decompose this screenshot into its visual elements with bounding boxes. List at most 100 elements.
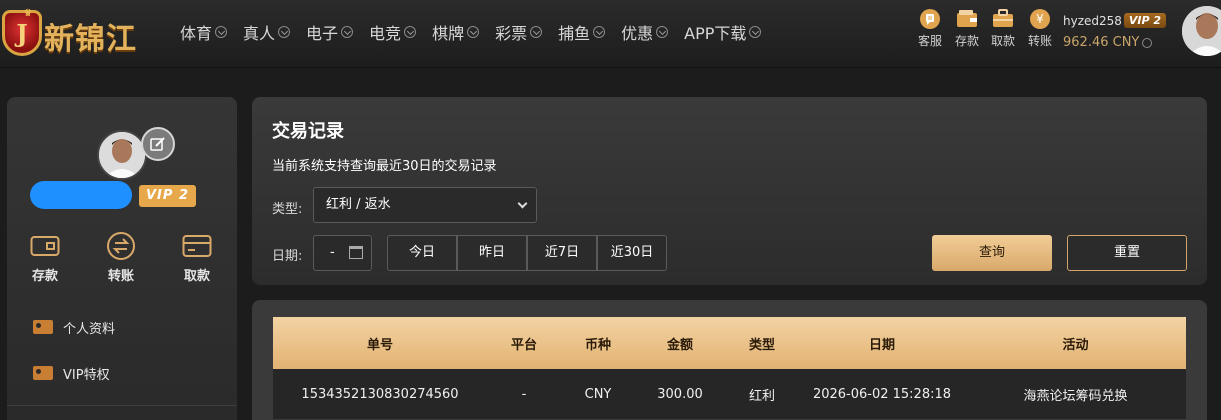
sidebar-item-vip[interactable]: VIP特权 xyxy=(33,362,110,384)
type-cell: 红利 xyxy=(725,369,799,419)
edit-icon xyxy=(150,137,165,151)
nav-label: 体育 xyxy=(180,24,213,43)
user-info[interactable]: hyzed258 VIP 2 962.46 CNY xyxy=(1063,10,1167,50)
crown-icon: ♛ xyxy=(23,8,33,19)
top-header: ♛ J 新锦江 体育 真人 电子 电竞 棋牌 彩票 捕鱼 优惠 APP下载 客服… xyxy=(0,0,1221,68)
type-label: 类型: xyxy=(272,202,303,217)
chevron-down-icon xyxy=(341,26,354,38)
column-header: 类型 xyxy=(725,317,799,369)
chevron-down-icon xyxy=(1142,37,1153,48)
reset-button[interactable]: 重置 xyxy=(1067,235,1187,271)
nav-item-app-download[interactable]: APP下载 xyxy=(684,20,762,44)
withdraw-button[interactable]: 取款 xyxy=(159,231,235,284)
main-nav: 体育 真人 电子 电竞 棋牌 彩票 捕鱼 优惠 APP下载 xyxy=(180,20,777,44)
tool-label: 取款 xyxy=(990,34,1015,48)
nav-label: 优惠 xyxy=(621,24,654,43)
action-label: 取款 xyxy=(183,269,210,284)
wallet-icon xyxy=(955,8,979,30)
amount-cell: 300.00 xyxy=(635,369,725,419)
sidebar-item-profile[interactable]: 个人资料 xyxy=(33,316,115,338)
logo-badge: ♛ J xyxy=(2,8,42,56)
header-transfer-button[interactable]: ¥ 转账 xyxy=(1020,8,1060,49)
sidebar-item-label: 个人资料 xyxy=(63,321,116,337)
range-7days-button[interactable]: 近7日 xyxy=(527,235,597,271)
currency-cell: CNY xyxy=(561,369,635,419)
page-description: 当前系统支持查询最近30日的交易记录 xyxy=(272,159,497,174)
profile-icon xyxy=(33,320,53,334)
deposit-button[interactable]: 存款 xyxy=(7,231,83,284)
masked-username xyxy=(30,181,132,209)
date-cell: 2026-06-02 15:28:18 xyxy=(799,369,965,419)
nav-item-promotions[interactable]: 优惠 xyxy=(621,20,669,44)
avatar[interactable] xyxy=(97,130,147,180)
nav-label: 棋牌 xyxy=(432,24,465,43)
nav-item-sports[interactable]: 体育 xyxy=(180,20,228,44)
column-header: 活动 xyxy=(965,317,1186,369)
nav-item-esports[interactable]: 电竞 xyxy=(369,20,417,44)
sidebar-divider xyxy=(7,405,237,406)
nav-item-slots[interactable]: 电子 xyxy=(306,20,354,44)
table-row: 1534352130830274560 - CNY 300.00 红利 2026… xyxy=(273,369,1186,419)
nav-label: APP下载 xyxy=(684,24,747,43)
date-picker[interactable]: - xyxy=(313,235,372,271)
vip-icon xyxy=(33,366,53,380)
site-logo[interactable]: ♛ J 新锦江 xyxy=(0,4,160,62)
chevron-down-icon xyxy=(749,26,762,38)
date-value: - xyxy=(330,245,335,260)
range-30days-button[interactable]: 近30日 xyxy=(597,235,667,271)
chevron-down-icon xyxy=(467,26,480,38)
chevron-down-icon xyxy=(517,198,528,209)
tool-label: 客服 xyxy=(917,34,942,48)
customer-service-button[interactable]: 客服 xyxy=(910,8,950,49)
type-select-value: 红利 / 返水 xyxy=(326,197,391,212)
sidebar-item-label: VIP特权 xyxy=(63,367,110,383)
range-yesterday-button[interactable]: 昨日 xyxy=(457,235,527,271)
column-header: 日期 xyxy=(799,317,965,369)
svg-text:¥: ¥ xyxy=(1036,12,1044,26)
transfer-button[interactable]: 转账 xyxy=(83,231,159,284)
quick-actions: 存款 转账 取款 xyxy=(7,231,237,284)
balance-value: 962.46 CNY xyxy=(1063,35,1140,50)
username: hyzed258 xyxy=(1063,13,1122,28)
chat-icon xyxy=(918,8,942,30)
date-range-group: 今日 昨日 近7日 近30日 xyxy=(387,235,667,271)
vip-badge: VIP 2 xyxy=(139,185,196,207)
activity-cell: 海燕论坛筹码兑换 xyxy=(965,369,1186,419)
logo-text: 新锦江 xyxy=(44,22,137,57)
briefcase-icon xyxy=(991,8,1015,30)
nav-label: 真人 xyxy=(243,24,276,43)
nav-item-live[interactable]: 真人 xyxy=(243,20,291,44)
transfer-icon xyxy=(105,231,137,261)
wallet-icon xyxy=(29,231,61,261)
account-sidebar: VIP 2 存款 转账 取款 个人资料 VIP特权 xyxy=(7,97,237,420)
card-icon xyxy=(181,231,213,261)
nav-label: 电竞 xyxy=(369,24,402,43)
records-table: 单号 平台 币种 金额 类型 日期 活动 1534352130830274560… xyxy=(273,317,1186,419)
column-header: 平台 xyxy=(487,317,561,369)
action-label: 存款 xyxy=(31,269,58,284)
chevron-down-icon xyxy=(215,26,228,38)
logo-badge-letter: J xyxy=(16,19,28,48)
query-button[interactable]: 查询 xyxy=(932,235,1052,271)
header-withdraw-button[interactable]: 取款 xyxy=(983,8,1023,49)
range-today-button[interactable]: 今日 xyxy=(387,235,457,271)
order-number-cell: 1534352130830274560 xyxy=(273,369,487,419)
platform-cell: - xyxy=(487,369,561,419)
calendar-icon xyxy=(349,246,363,259)
column-header: 金额 xyxy=(635,317,725,369)
chevron-down-icon xyxy=(656,26,669,38)
nav-item-fishing[interactable]: 捕鱼 xyxy=(558,20,606,44)
edit-profile-button[interactable] xyxy=(141,127,175,161)
header-deposit-button[interactable]: 存款 xyxy=(947,8,987,49)
transaction-filter-panel: 交易记录 当前系统支持查询最近30日的交易记录 类型: 红利 / 返水 日期: … xyxy=(252,97,1207,285)
chevron-down-icon xyxy=(278,26,291,38)
table-header-row: 单号 平台 币种 金额 类型 日期 活动 xyxy=(273,317,1186,369)
action-label: 转账 xyxy=(107,269,134,284)
nav-item-lottery[interactable]: 彩票 xyxy=(495,20,543,44)
nav-label: 电子 xyxy=(306,24,339,43)
nav-item-cards[interactable]: 棋牌 xyxy=(432,20,480,44)
avatar[interactable] xyxy=(1182,6,1221,56)
nav-label: 捕鱼 xyxy=(558,24,591,43)
nav-label: 彩票 xyxy=(495,24,528,43)
type-select[interactable]: 红利 / 返水 xyxy=(313,187,537,223)
